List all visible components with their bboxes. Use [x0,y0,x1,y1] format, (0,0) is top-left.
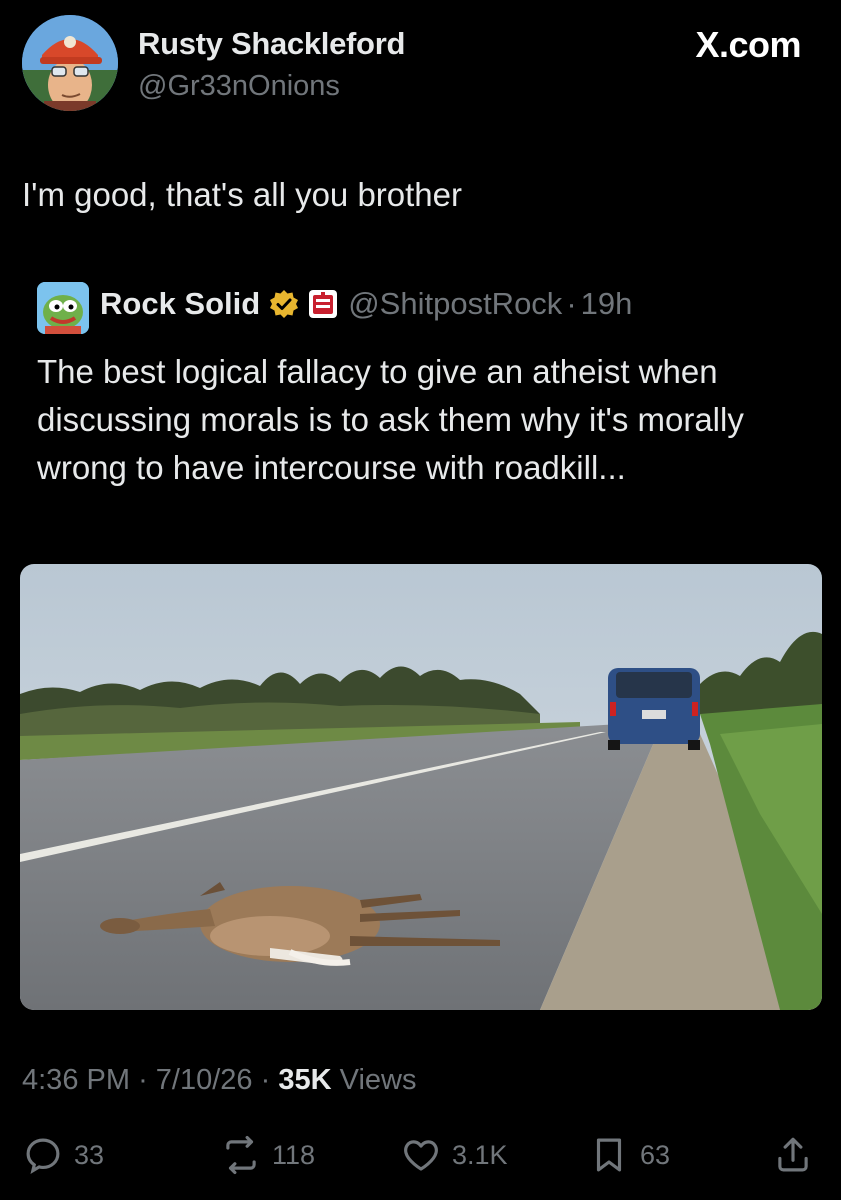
reply-count: 33 [74,1139,105,1170]
tweet-meta: 4:36 PM · 7/10/26 · 35K Views [22,1064,416,1097]
views-label: Views [339,1064,417,1096]
bookmark-button[interactable]: 63 [588,1134,670,1176]
like-count: 3.1K [452,1139,508,1170]
quoted-handle[interactable]: @ShitpostRock [348,286,562,322]
repost-count: 118 [272,1139,316,1170]
repost-button[interactable]: 118 [220,1134,315,1176]
bookmark-count: 63 [640,1139,671,1170]
like-button[interactable]: 3.1K [400,1134,508,1176]
tweet-date[interactable]: 7/10/26 [156,1064,253,1096]
reply-button[interactable]: 33 [22,1134,104,1176]
quoted-text: The best logical fallacy to give an athe… [37,353,744,486]
roadkill-road-photo [20,564,822,1010]
meta-separator: · [260,1064,271,1096]
quoted-photo[interactable] [20,564,822,1010]
views-count: 35K [278,1064,332,1096]
heart-icon [404,1140,438,1171]
blue-van [608,668,700,750]
quoted-avatar[interactable] [37,282,89,334]
affiliate-badge-icon [309,290,338,318]
share-icon [778,1137,808,1172]
avatar-illustration [22,15,118,111]
brand-watermark: X.com [695,24,801,65]
repost-icon [226,1135,256,1175]
meta-separator: · [138,1064,148,1096]
reply-icon [26,1138,60,1175]
quoted-timestamp[interactable]: 19h [581,286,633,322]
separator-dot: · [566,286,577,321]
quoted-header: Rock Solid @ShitpostRock · 19h [100,286,632,322]
tweet-text: I'm good, that's all you brother [22,176,463,213]
author-handle[interactable]: @Gr33nOnions [138,70,340,103]
quoted-display-name[interactable]: Rock Solid [100,286,260,322]
quoted-avatar-illustration [37,282,89,334]
tweet-time[interactable]: 4:36 PM [22,1064,130,1096]
author-avatar[interactable] [22,15,118,111]
share-button[interactable] [772,1134,814,1176]
author-display-name[interactable]: Rusty Shackleford [138,26,405,62]
bookmark-icon [596,1138,622,1172]
verified-badge-icon [270,290,299,318]
